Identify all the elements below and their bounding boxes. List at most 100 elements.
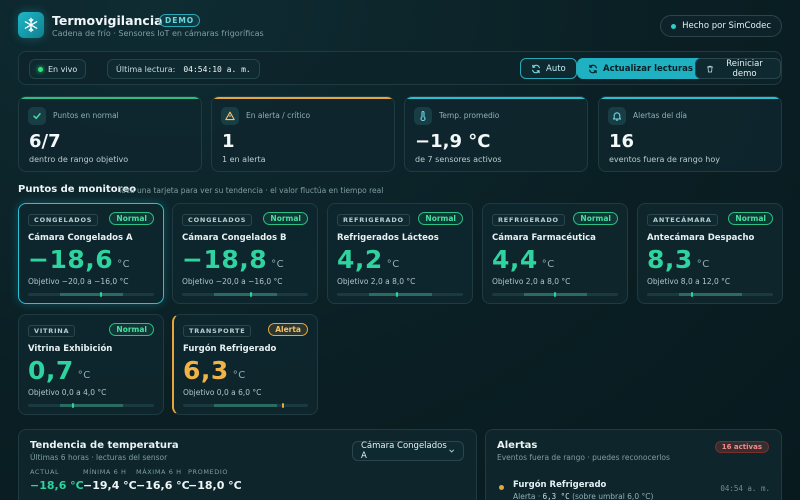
sensor-category-tag: TRANSPORTE xyxy=(183,325,252,337)
demo-badge: DEMO xyxy=(159,14,201,27)
range-bar xyxy=(182,292,308,297)
sensor-target-range: Objetivo 2,0 a 8,0 °C xyxy=(337,277,416,286)
sensor-target-range: Objetivo 2,0 a 8,0 °C xyxy=(492,277,571,286)
app-subtitle: Cadena de frío · Sensores IoT en cámaras… xyxy=(52,29,264,38)
range-bar-marker xyxy=(100,292,103,297)
kpi-value: 6/7 xyxy=(29,131,61,152)
auto-button[interactable]: Auto xyxy=(520,58,577,79)
sensor-name: Cámara Congelados A xyxy=(28,233,133,243)
sensor-temperature: 6,3 °C xyxy=(183,356,246,385)
sensor-name: Furgón Refrigerado xyxy=(183,344,277,354)
sensor-category-tag: CONGELADOS xyxy=(182,214,253,226)
bell-icon xyxy=(608,107,626,125)
sensor-temperature-value: 8,3 xyxy=(647,245,693,274)
range-bar-zone xyxy=(59,293,123,296)
trash-icon xyxy=(706,65,714,72)
sensor-card[interactable]: TRANSPORTE Alerta Furgón Refrigerado 6,3 °C O… xyxy=(172,314,318,415)
sensor-card[interactable]: VITRINA Normal Vitrina Exhibición 0,7 °C Obje… xyxy=(18,314,164,415)
status-badge: Normal xyxy=(728,212,773,225)
alerts-subtitle: Eventos fuera de rango · puedes reconoce… xyxy=(497,453,670,462)
sensor-temperature: −18,8 °C xyxy=(182,245,284,274)
kpi-alert: En alerta / crítico 1 1 en alerta xyxy=(211,96,395,172)
toolbar: En vivo Última lectura: 04:54:10 a. m. A… xyxy=(18,51,782,85)
sensor-name: Vitrina Exhibición xyxy=(28,344,113,354)
made-by-link[interactable]: Hecho por SimCodec xyxy=(660,15,782,37)
sensor-category-tag: CONGELADOS xyxy=(28,214,99,226)
sensor-select-value: Cámara Congelados A xyxy=(361,441,447,461)
reset-demo-button[interactable]: Reiniciar demo xyxy=(695,58,781,79)
sensor-target-range: Objetivo 8,0 a 12,0 °C xyxy=(647,277,731,286)
sensor-temperature-value: −18,6 xyxy=(28,245,114,274)
snowflake-icon xyxy=(18,12,44,38)
alert-detail: Alerta · 6,3 °C (sobre umbral 6,0 °C) xyxy=(513,492,653,500)
temperature-unit: °C xyxy=(271,259,285,270)
kpi-value: −1,9 °C xyxy=(415,131,491,152)
app-header: Termovigilancia DEMO Cadena de frío · Se… xyxy=(18,12,782,42)
trend-panel: Tendencia de temperatura Últimas 6 horas… xyxy=(18,429,477,500)
sensor-temperature: 4,2 °C xyxy=(337,245,400,274)
stat-label: MÁXIMA 6 H xyxy=(136,468,182,476)
range-bar-marker xyxy=(282,403,284,408)
sensor-card[interactable]: CONGELADOS Normal Cámara Congelados B −18,8… xyxy=(172,203,318,304)
sensor-card[interactable]: REFRIGERADO Normal Refrigerados Lácteos 4,2… xyxy=(327,203,473,304)
trend-subtitle: Últimas 6 horas · lecturas del sensor xyxy=(30,453,168,462)
kpi-value: 16 xyxy=(609,131,635,152)
temperature-unit: °C xyxy=(541,259,555,270)
last-reading-time: 04:54:10 a. m. xyxy=(183,64,251,74)
kpi-daily-alerts: Alertas del día 16 eventos fuera de rang… xyxy=(598,96,782,172)
sensor-temperature: 8,3 °C xyxy=(647,245,710,274)
alerts-title: Alertas xyxy=(497,440,538,451)
made-by-label: Hecho por SimCodec xyxy=(682,21,771,31)
refresh-readings-button[interactable]: Actualizar lecturas xyxy=(577,58,704,79)
sensor-temperature: −18,6 °C xyxy=(28,245,130,274)
app-title: Termovigilancia xyxy=(52,13,163,28)
sensor-temperature-value: 0,7 xyxy=(28,356,74,385)
sensor-name: Cámara Congelados B xyxy=(182,233,287,243)
alert-item[interactable]: Furgón Refrigerado Alerta · 6,3 °C (sobr… xyxy=(497,477,770,500)
stat-value: −16,6 °C xyxy=(136,479,190,492)
chevron-down-icon xyxy=(448,449,454,453)
alerts-count-badge: 16 activas xyxy=(714,441,769,453)
kpi-label: Puntos en normal xyxy=(53,111,119,120)
temperature-unit: °C xyxy=(232,370,246,381)
sensor-card[interactable]: CONGELADOS Normal Cámara Congelados A −18,6… xyxy=(18,203,164,304)
sensor-temperature-value: 4,4 xyxy=(492,245,538,274)
kpi-normal: Puntos en normal 6/7 dentro de rango obj… xyxy=(18,96,202,172)
refresh-icon xyxy=(589,64,597,73)
sensor-select[interactable]: Cámara Congelados A xyxy=(352,441,464,461)
stat-value: −19,4 °C xyxy=(83,479,137,492)
stat-current: ACTUAL −18,6 °C xyxy=(30,468,84,492)
sensor-name: Cámara Farmacéutica xyxy=(492,233,596,243)
sensor-name: Refrigerados Lácteos xyxy=(337,233,439,243)
thermometer-icon xyxy=(414,107,432,125)
kpi-value: 1 xyxy=(222,131,235,152)
warning-icon xyxy=(221,107,239,125)
status-dot-icon xyxy=(671,23,677,29)
kpi-label: Temp. promedio xyxy=(439,111,500,120)
range-bar xyxy=(28,292,154,297)
sensor-category-tag: REFRIGERADO xyxy=(337,214,410,226)
sensor-name: Antecámara Despacho xyxy=(647,233,755,243)
stat-min: MÍNIMA 6 H −19,4 °C xyxy=(83,468,137,492)
range-bar xyxy=(647,292,773,297)
live-dot-icon xyxy=(38,66,43,72)
stat-label: MÍNIMA 6 H xyxy=(83,468,127,476)
temperature-unit: °C xyxy=(117,259,131,270)
range-bar xyxy=(28,403,154,408)
sensor-card[interactable]: REFRIGERADO Normal Cámara Farmacéutica 4,4 °… xyxy=(482,203,628,304)
range-bar xyxy=(337,292,463,297)
reset-label: Reiniciar demo xyxy=(726,58,763,79)
range-bar xyxy=(183,403,308,408)
stat-average: PROMEDIO −18,0 °C xyxy=(188,468,242,492)
sensor-card[interactable]: ANTECÁMARA Normal Antecámara Despacho 8,3 °C… xyxy=(637,203,783,304)
status-badge: Normal xyxy=(109,212,154,225)
kpi-accent-bar xyxy=(19,97,201,99)
temperature-unit: °C xyxy=(77,370,91,381)
auto-refresh-icon xyxy=(532,64,540,73)
range-bar-zone xyxy=(678,293,742,296)
temperature-unit: °C xyxy=(696,259,710,270)
range-bar-zone xyxy=(59,404,123,407)
kpi-accent-bar xyxy=(405,97,587,99)
sensor-category-tag: VITRINA xyxy=(28,325,76,337)
status-badge: Normal xyxy=(418,212,463,225)
